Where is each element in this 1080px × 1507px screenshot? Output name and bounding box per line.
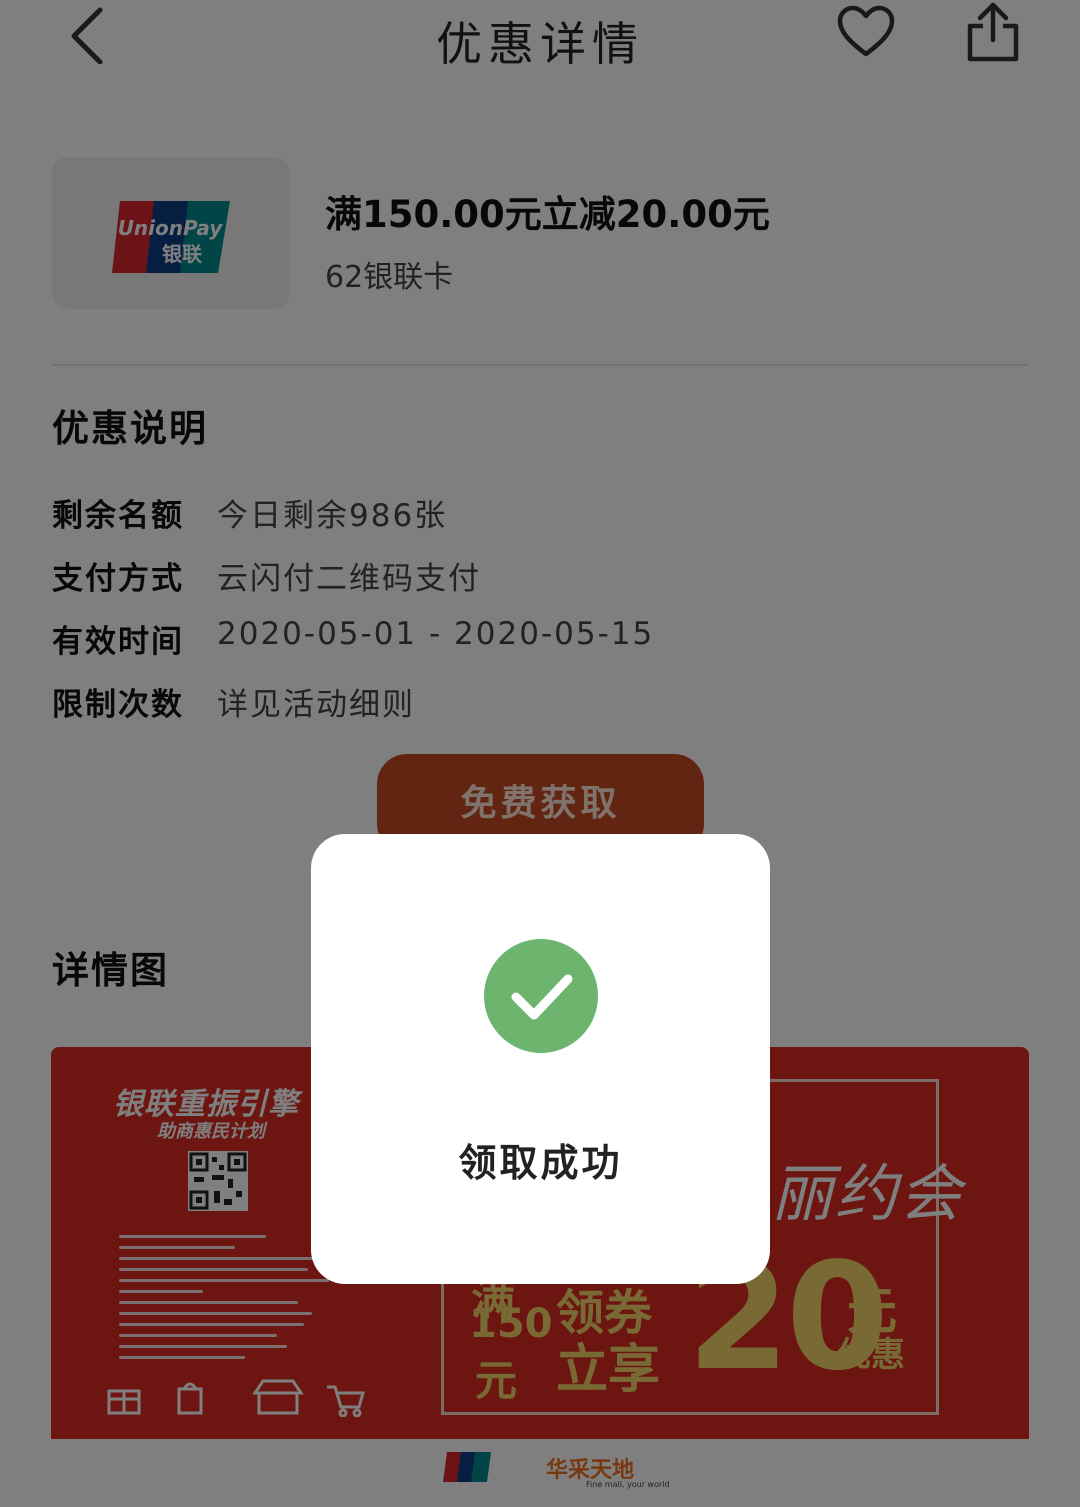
- success-dialog: 领取成功: [311, 834, 770, 1284]
- success-message: 领取成功: [458, 1141, 623, 1185]
- check-circle-icon: [484, 939, 598, 1053]
